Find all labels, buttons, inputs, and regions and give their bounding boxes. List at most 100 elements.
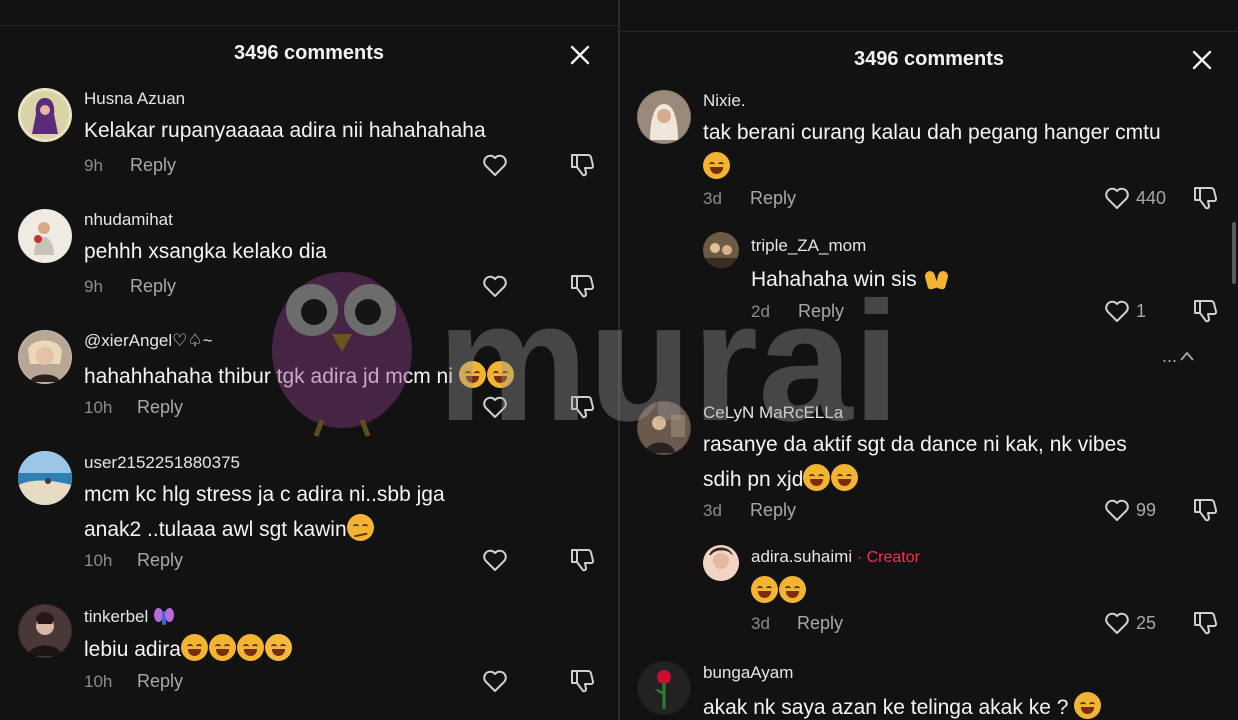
fairy-emoji-icon xyxy=(153,605,175,627)
heart-icon[interactable] xyxy=(1103,184,1131,212)
smirk-emoji-icon xyxy=(346,514,374,541)
panel-top-divider xyxy=(620,31,1238,32)
heart-icon[interactable] xyxy=(481,393,509,421)
avatar[interactable] xyxy=(18,604,72,658)
comment-time: 3d xyxy=(751,614,770,633)
comment-text: lebiu adira xyxy=(84,632,293,667)
comment-text: Hahahaha win sis xyxy=(751,262,951,297)
comment-username[interactable]: Husna Azuan xyxy=(84,89,185,109)
comment-username[interactable]: tinkerbel xyxy=(84,605,176,627)
heart-icon[interactable] xyxy=(1103,496,1131,524)
comment-time: 9h xyxy=(84,156,103,175)
comments-panel-right: 3496 comments Nixie. tak berani curang k… xyxy=(620,0,1238,720)
comment-time: 10h xyxy=(84,551,113,570)
comment-username[interactable]: user2152251880375 xyxy=(84,453,240,473)
laughing-emoji-icon xyxy=(458,361,486,388)
reply-button[interactable]: Reply xyxy=(797,613,843,634)
heart-icon[interactable] xyxy=(481,667,509,695)
heart-icon[interactable] xyxy=(481,151,509,179)
avatar[interactable] xyxy=(637,90,691,144)
comment-username[interactable]: Nixie. xyxy=(703,91,746,111)
comment-text: rasanye da aktif sgt da dance ni kak, nk… xyxy=(703,433,1127,456)
dislike-icon[interactable] xyxy=(1192,297,1220,325)
reply-button[interactable]: Reply xyxy=(130,155,176,176)
dislike-icon[interactable] xyxy=(569,272,597,300)
comment-text xyxy=(751,574,807,609)
avatar[interactable] xyxy=(637,661,691,715)
dislike-icon[interactable] xyxy=(569,667,597,695)
comment-text: Kelakar rupanyaaaaa adira nii hahahahaha xyxy=(84,119,486,142)
creator-badge: · Creator xyxy=(856,549,920,566)
comment-text xyxy=(703,150,731,185)
comment-time: 3d xyxy=(703,189,722,208)
reply-button[interactable]: Reply xyxy=(137,671,183,692)
reply-button[interactable]: Reply xyxy=(750,500,796,521)
comments-panel-left: 3496 comments Husna Azuan Kelakar rupany… xyxy=(0,0,618,720)
laughing-emoji-icon xyxy=(803,464,831,491)
comment-text: tak berani curang kalau dah pegang hange… xyxy=(703,121,1161,144)
avatar[interactable] xyxy=(18,209,72,263)
laughing-emoji-icon xyxy=(831,464,859,491)
raising-hands-emoji-icon xyxy=(923,264,950,291)
like-count: 440 xyxy=(1136,188,1167,208)
laughing-emoji-icon xyxy=(779,576,806,603)
reply-button[interactable]: Reply xyxy=(137,397,183,418)
comment-text: akak nk saya azan ke telinga akak ke ? xyxy=(703,690,1102,720)
dislike-icon[interactable] xyxy=(1192,609,1220,637)
avatar[interactable] xyxy=(18,330,72,384)
laughing-emoji-icon xyxy=(486,361,514,388)
laughing-emoji-icon xyxy=(208,634,236,661)
like-count: 25 xyxy=(1136,613,1157,633)
close-icon[interactable] xyxy=(569,44,591,66)
reply-button[interactable]: Reply xyxy=(798,301,844,322)
laughing-emoji-icon xyxy=(703,152,730,179)
comment-time: 10h xyxy=(84,398,113,417)
comment-username[interactable]: bungaAyam xyxy=(703,663,793,683)
dislike-icon[interactable] xyxy=(1192,496,1220,524)
comment-username[interactable]: nhudamihat xyxy=(84,210,173,230)
smiling-hearts-emoji-icon xyxy=(264,634,292,661)
reply-button[interactable]: Reply xyxy=(137,550,183,571)
comment-username[interactable]: triple_ZA_mom xyxy=(751,236,866,256)
laughing-emoji-icon xyxy=(751,576,778,603)
heart-icon[interactable] xyxy=(1103,609,1131,637)
comment-text: mcm kc hlg stress ja c adira ni..sbb jga xyxy=(84,483,445,506)
dislike-icon[interactable] xyxy=(569,151,597,179)
scrollbar[interactable] xyxy=(1232,222,1236,284)
comment-username[interactable]: @xierAngel♡♤~ xyxy=(84,331,213,351)
comment-time: 2d xyxy=(751,302,770,321)
heart-icon[interactable] xyxy=(481,272,509,300)
like-count: 1 xyxy=(1136,301,1147,321)
comment-text: hahahhahaha thibur tgk adira jd mcm ni xyxy=(84,359,515,394)
dislike-icon[interactable] xyxy=(1192,184,1220,212)
laughing-emoji-icon xyxy=(1074,692,1102,719)
heart-icon[interactable] xyxy=(1103,297,1131,325)
laughing-emoji-icon xyxy=(236,634,264,661)
comment-time: 9h xyxy=(84,277,103,296)
comments-count-title: 3496 comments xyxy=(853,48,1005,70)
comment-username[interactable]: CeLyN MaRcELLa xyxy=(703,403,843,423)
comment-time: 10h xyxy=(84,672,113,691)
close-icon[interactable] xyxy=(1191,49,1213,71)
comment-text: anak2 ..tulaaa awl sgt kawin xyxy=(84,512,375,547)
avatar[interactable] xyxy=(18,88,72,142)
avatar[interactable] xyxy=(703,545,739,581)
collapse-ellipsis: ... xyxy=(1162,346,1178,366)
reply-button[interactable]: Reply xyxy=(130,276,176,297)
laughing-emoji-icon xyxy=(180,634,208,661)
dislike-icon[interactable] xyxy=(569,546,597,574)
chevron-up-icon xyxy=(1180,351,1194,361)
comment-text: sdih pn xjd xyxy=(703,462,859,497)
avatar[interactable] xyxy=(637,401,691,455)
comment-username[interactable]: adira.suhaimi · Creator xyxy=(751,547,920,567)
comments-count-title: 3496 comments xyxy=(233,42,385,64)
heart-icon[interactable] xyxy=(481,546,509,574)
dislike-icon[interactable] xyxy=(569,393,597,421)
like-count: 99 xyxy=(1136,500,1157,520)
reply-button[interactable]: Reply xyxy=(750,188,796,209)
avatar[interactable] xyxy=(703,232,739,268)
collapse-replies-button[interactable]: ... xyxy=(1162,346,1195,367)
avatar[interactable] xyxy=(18,451,72,505)
comment-time: 3d xyxy=(703,501,722,520)
comment-text: pehhh xsangka kelako dia xyxy=(84,240,327,263)
